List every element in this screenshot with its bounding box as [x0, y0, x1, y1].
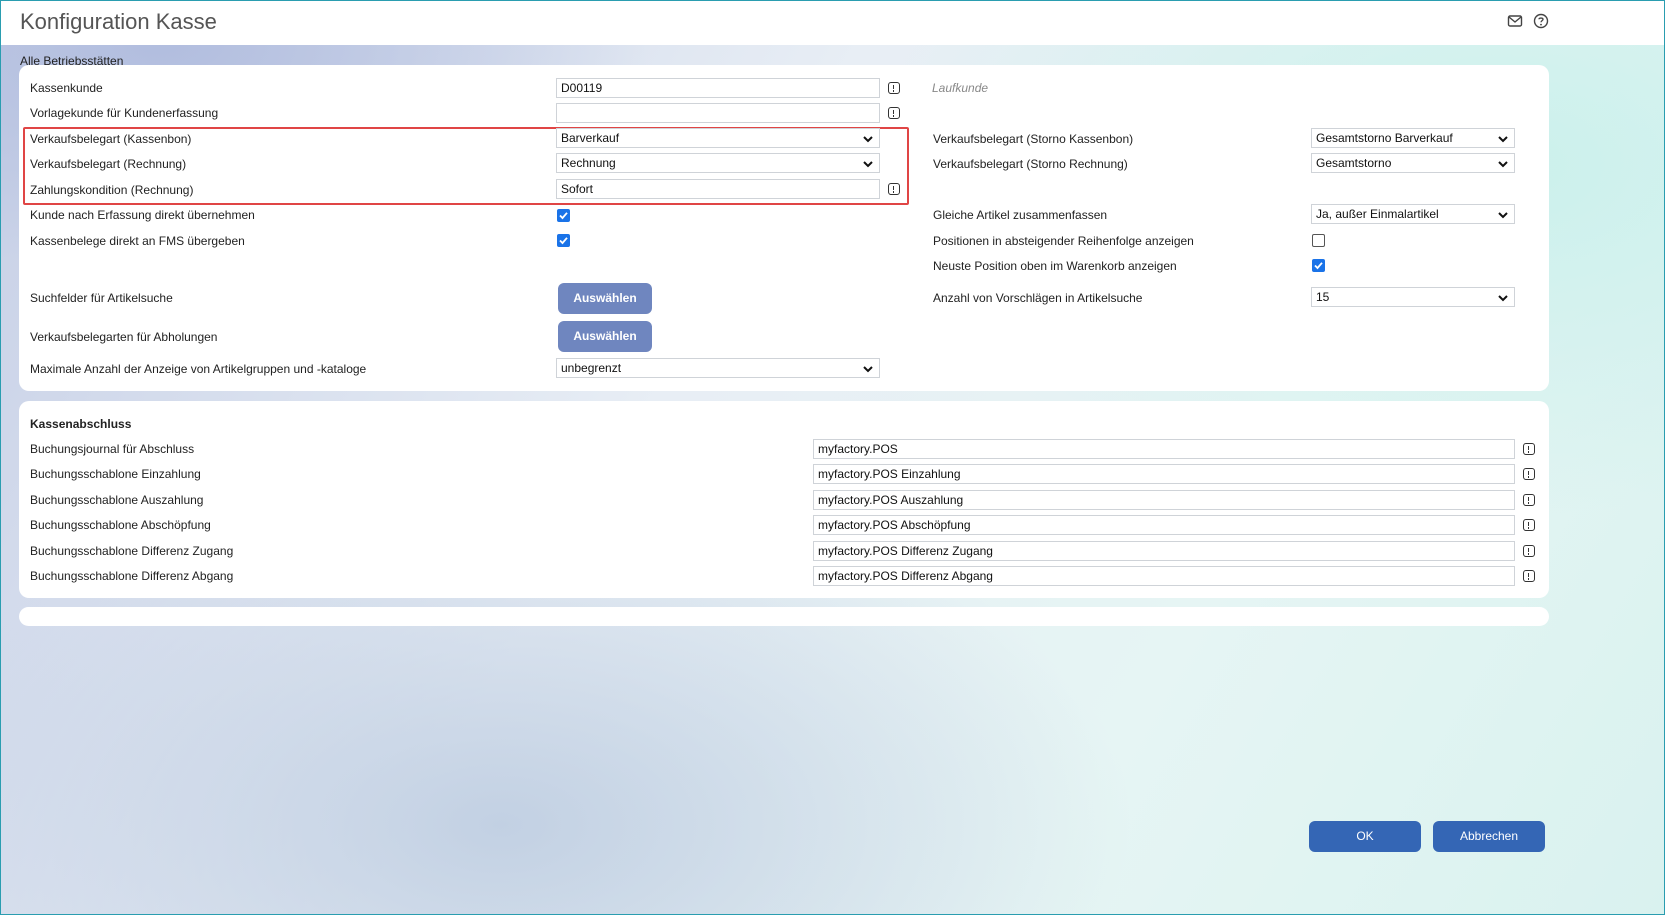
zahlungskondition-label: Zahlungskondition (Rechnung): [30, 183, 194, 197]
cancel-button[interactable]: Abbrechen: [1433, 821, 1545, 852]
chevron-down-icon: [863, 136, 873, 143]
abschluss-row-label: Buchungsschablone Differenz Zugang: [30, 544, 234, 558]
vorlagekunde-input[interactable]: [556, 103, 880, 123]
vorschlaege-value: 15: [1316, 290, 1330, 304]
abschluss-row-label: Buchungsjournal für Abschluss: [30, 442, 195, 456]
abschluss-row-info-icon[interactable]: [1523, 494, 1535, 506]
vk-kassenbon-value: Barverkauf: [561, 131, 620, 145]
abschluss-row-input[interactable]: myfactory.POS Einzahlung: [813, 464, 1515, 484]
neuste-oben-checkbox[interactable]: [1312, 259, 1325, 272]
chevron-down-icon: [863, 366, 873, 373]
empty-panel: [19, 607, 1549, 626]
vk-kassenbon-select[interactable]: Barverkauf: [556, 128, 880, 148]
vorlagekunde-label: Vorlagekunde für Kundenerfassung: [30, 106, 219, 120]
abschluss-row-info-icon[interactable]: [1523, 519, 1535, 531]
zahlungskondition-input[interactable]: Sofort: [556, 179, 880, 199]
chevron-down-icon: [1498, 136, 1508, 143]
header: Konfiguration Kasse: [1, 1, 1664, 45]
gleiche-artikel-label: Gleiche Artikel zusammenfassen: [933, 208, 1108, 222]
kassenkunde-input[interactable]: D00119: [556, 78, 880, 98]
abschluss-row-label: Buchungsschablone Differenz Abgang: [30, 569, 234, 583]
abholungen-select-button[interactable]: Auswählen: [558, 321, 652, 352]
abschluss-row-input[interactable]: myfactory.POS Differenz Zugang: [813, 541, 1515, 561]
storno-rechnung-value: Gesamtstorno: [1316, 156, 1392, 170]
suchfelder-label: Suchfelder für Artikelsuche: [30, 291, 173, 305]
vorlagekunde-info-icon[interactable]: [888, 107, 900, 119]
chevron-down-icon: [1498, 212, 1508, 219]
storno-kassenbon-select[interactable]: Gesamtstorno Barverkauf: [1311, 128, 1515, 148]
kassenbelege-fms-label: Kassenbelege direkt an FMS übergeben: [30, 234, 245, 248]
abschluss-row-label: Buchungsschablone Abschöpfung: [30, 518, 211, 532]
checkmark-icon: [1314, 262, 1323, 270]
abschluss-row-info-icon[interactable]: [1523, 468, 1535, 480]
vorschlaege-select[interactable]: 15: [1311, 287, 1515, 307]
page-title: Konfiguration Kasse: [20, 9, 217, 34]
zahlungskondition-info-icon[interactable]: [888, 183, 900, 195]
vk-kassenbon-label: Verkaufsbelegart (Kassenbon): [30, 132, 192, 146]
storno-rechnung-select[interactable]: Gesamtstorno: [1311, 153, 1515, 173]
kunde-uebernehmen-checkbox[interactable]: [557, 209, 570, 222]
abschluss-row-label: Buchungsschablone Einzahlung: [30, 467, 201, 481]
vk-rechnung-label: Verkaufsbelegart (Rechnung): [30, 157, 187, 171]
checkmark-icon: [559, 237, 568, 245]
neuste-oben-label: Neuste Position oben im Warenkorb anzeig…: [933, 259, 1177, 273]
help-icon[interactable]: [1533, 13, 1549, 29]
max-anzahl-value: unbegrenzt: [561, 361, 622, 375]
abholungen-label: Verkaufsbelegarten für Abholungen: [30, 330, 218, 344]
vorschlaege-label: Anzahl von Vorschlägen in Artikelsuche: [933, 291, 1143, 305]
max-anzahl-select[interactable]: unbegrenzt: [556, 358, 880, 378]
abschluss-row-info-icon[interactable]: [1523, 545, 1535, 557]
chevron-down-icon: [1498, 161, 1508, 168]
storno-kassenbon-value: Gesamtstorno Barverkauf: [1316, 131, 1453, 145]
storno-rechnung-label: Verkaufsbelegart (Storno Rechnung): [933, 157, 1128, 171]
storno-kassenbon-label: Verkaufsbelegart (Storno Kassenbon): [933, 132, 1134, 146]
abschluss-row-info-icon[interactable]: [1523, 570, 1535, 582]
absteigend-checkbox[interactable]: [1312, 234, 1325, 247]
suchfelder-select-button[interactable]: Auswählen: [558, 283, 652, 314]
abschluss-row-input[interactable]: myfactory.POS Abschöpfung: [813, 515, 1515, 535]
ok-button[interactable]: OK: [1309, 821, 1421, 852]
kunde-uebernehmen-label: Kunde nach Erfassung direkt übernehmen: [30, 208, 255, 222]
kassenabschluss-heading: Kassenabschluss: [30, 417, 132, 431]
checkmark-icon: [559, 212, 568, 220]
gleiche-artikel-value: Ja, außer Einmalartikel: [1316, 207, 1439, 221]
app-window: Konfiguration Kasse Alle Betriebsstätten…: [0, 0, 1665, 915]
chevron-down-icon: [1498, 295, 1508, 302]
abschluss-row-info-icon[interactable]: [1523, 443, 1535, 455]
chevron-down-icon: [863, 161, 873, 168]
vk-rechnung-value: Rechnung: [561, 156, 616, 170]
abschluss-row-input[interactable]: myfactory.POS Auszahlung: [813, 490, 1515, 510]
abschluss-row-input[interactable]: myfactory.POS Differenz Abgang: [813, 566, 1515, 586]
gleiche-artikel-select[interactable]: Ja, außer Einmalartikel: [1311, 204, 1515, 224]
mail-icon[interactable]: [1507, 13, 1523, 29]
kassenkunde-info-icon[interactable]: [888, 82, 900, 94]
abschluss-row-input[interactable]: myfactory.POS: [813, 439, 1515, 459]
kassenkunde-label: Kassenkunde: [30, 81, 103, 95]
kassenbelege-fms-checkbox[interactable]: [557, 234, 570, 247]
max-anzahl-label: Maximale Anzahl der Anzeige von Artikelg…: [30, 362, 367, 376]
abschluss-row-label: Buchungsschablone Auszahlung: [30, 493, 204, 507]
absteigend-label: Positionen in absteigender Reihenfolge a…: [933, 234, 1194, 248]
vk-rechnung-select[interactable]: Rechnung: [556, 153, 880, 173]
kassenkunde-name: Laufkunde: [932, 81, 989, 95]
